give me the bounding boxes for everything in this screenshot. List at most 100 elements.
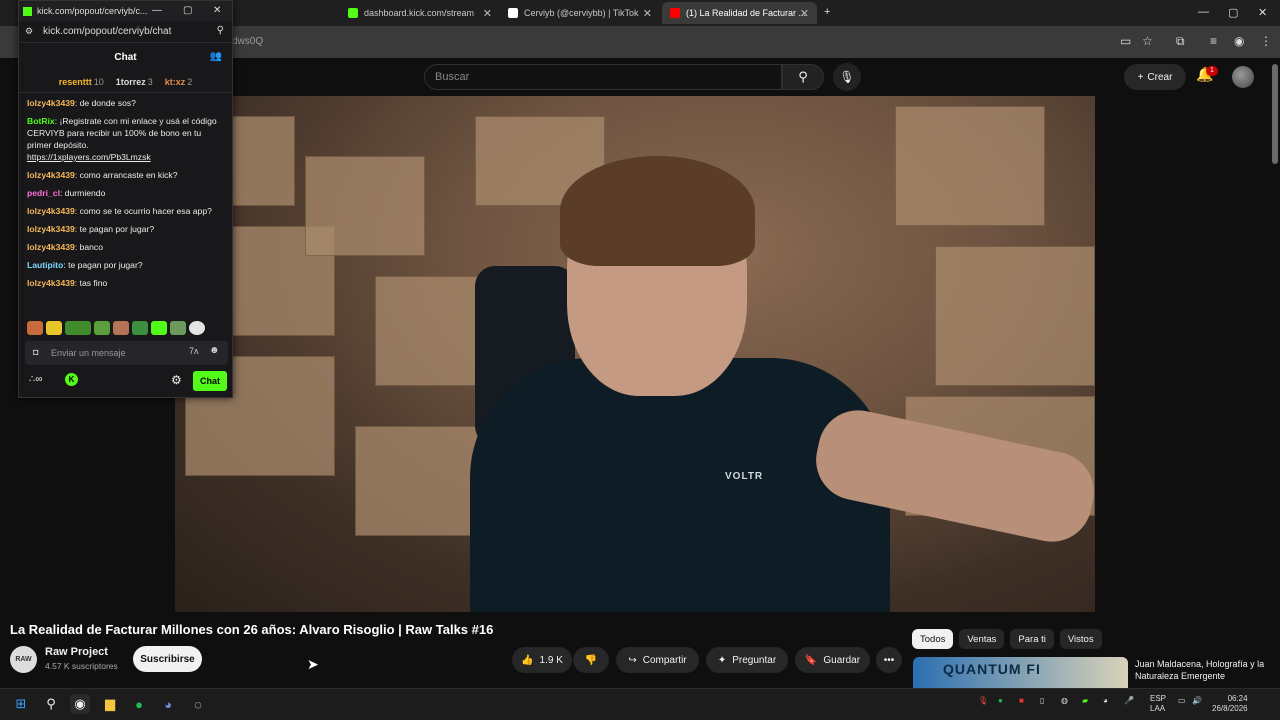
close-icon[interactable]: ✕ (483, 7, 492, 20)
popout-title: kick.com/popout/cerviyb/c... (37, 6, 148, 16)
chat-username[interactable]: Lautipito (27, 260, 63, 270)
new-tab-icon[interactable]: + (824, 6, 830, 18)
clock-time: 06:24 (1227, 694, 1248, 703)
youtube-icon (670, 8, 680, 18)
windows-start-icon[interactable]: ⊞ (11, 694, 31, 714)
close-window-icon[interactable]: ✕ (1258, 6, 1267, 19)
search-icon[interactable]: ⚲ (217, 25, 224, 36)
chat-username[interactable]: lolzy4k3439 (27, 242, 75, 252)
shield-icon: ◘ (33, 347, 39, 357)
ask-button[interactable]: ✦ Preguntar (706, 647, 788, 673)
chat-username[interactable]: lolzy4k3439 (27, 206, 75, 216)
tab-kick-dashboard[interactable]: dashboard.kick.com/stream ✕ (340, 2, 500, 24)
battery-tray-icon[interactable]: ▯ (1040, 696, 1044, 705)
plus-icon: + (1137, 71, 1144, 83)
mic-muted-icon[interactable]: 🎙 (978, 696, 988, 705)
discord-icon[interactable]: ◕ (158, 694, 178, 714)
spotify-icon[interactable]: ● (129, 694, 149, 714)
chip-todos[interactable]: Todos (912, 629, 954, 649)
chat-username[interactable]: lolzy4k3439 (27, 278, 75, 288)
search-input[interactable]: Buscar (424, 64, 782, 90)
chat-username[interactable]: lolzy4k3439 (27, 98, 75, 108)
recommended-title[interactable]: Juan Maldacena, Holografía y la Naturale… (1135, 658, 1265, 682)
minimize-icon[interactable]: — (152, 5, 162, 16)
emote-icon[interactable] (46, 321, 62, 335)
emote-icon[interactable] (27, 321, 43, 335)
gear-icon[interactable]: ⚙ (171, 373, 182, 387)
search-button[interactable]: ⚲ (782, 64, 824, 90)
voice-search-button[interactable]: 🎙 (833, 63, 861, 91)
mic-tray-icon[interactable]: 🎤 (1124, 696, 1134, 705)
cast-icon[interactable]: ▭ (1120, 34, 1131, 48)
extensions-icon[interactable]: ⧉ (1176, 34, 1185, 49)
save-button[interactable]: 🔖 Guardar (795, 647, 870, 673)
nvidia-tray-icon[interactable]: ▰ (1082, 696, 1088, 705)
avatar[interactable] (1232, 66, 1254, 88)
chrome-icon[interactable]: ◉ (70, 694, 90, 714)
channel-avatar[interactable]: RAW (10, 646, 37, 673)
like-button[interactable]: 👍 1.9 K (512, 647, 572, 673)
scrollbar-thumb[interactable] (1272, 64, 1278, 164)
chat-message: lolzy4k3439: banco (27, 242, 103, 252)
tab-youtube[interactable]: (1) La Realidad de Facturar ... ✕ (662, 2, 817, 24)
dislike-button[interactable]: 👎 (573, 647, 609, 673)
close-icon[interactable]: ✕ (213, 5, 221, 16)
chat-username[interactable]: BotRix (27, 116, 55, 126)
emote-picker-icon[interactable]: 7ʌ (189, 346, 199, 356)
leader-item[interactable]: resenttt 10 (59, 77, 104, 87)
record-tray-icon[interactable]: ■ (1019, 696, 1024, 705)
maximize-icon[interactable]: ▢ (1228, 6, 1238, 19)
chat-username[interactable]: lolzy4k3439 (27, 224, 75, 234)
chip-ventas[interactable]: Ventas (959, 629, 1005, 649)
users-icon[interactable]: 👥 (210, 51, 222, 62)
file-explorer-icon[interactable]: ▆ (100, 694, 120, 714)
maximize-icon[interactable]: ▢ (183, 5, 192, 16)
save-label: Guardar (823, 654, 861, 666)
steam-tray-icon[interactable]: ◍ (1061, 696, 1068, 705)
profile-icon[interactable]: ◉ (1234, 34, 1244, 48)
share-button[interactable]: ↪ Compartir (616, 647, 699, 673)
emote-icon[interactable] (132, 321, 148, 335)
media-icon[interactable]: ≡ (1210, 34, 1217, 48)
volume-icon[interactable]: 🔊 (1192, 696, 1202, 705)
close-icon[interactable]: ✕ (643, 7, 652, 20)
more-actions-button[interactable]: ••• (876, 647, 902, 673)
emote-icon[interactable] (189, 321, 205, 335)
smiley-icon[interactable]: ☻ (209, 345, 220, 356)
clock[interactable]: 06:24 26/8/2026 (1212, 694, 1248, 714)
discord-tray-icon[interactable]: ◕ (1103, 696, 1108, 705)
emote-icon[interactable] (151, 321, 167, 335)
network-icon[interactable]: ▭ (1178, 696, 1186, 705)
kick-k-icon[interactable]: K (65, 373, 78, 386)
channel-name[interactable]: Raw Project (45, 646, 108, 658)
tab-tiktok[interactable]: Cerviyb (@cerviybb) | TikTok ✕ (500, 2, 660, 24)
emote-icon[interactable] (65, 321, 91, 335)
search-icon[interactable]: ⚲ (41, 694, 61, 714)
chat-link[interactable]: https://1xplayers.com/Pb3Lmzsk (27, 152, 151, 162)
leader-item[interactable]: 1torrez 3 (116, 77, 153, 87)
menu-icon[interactable]: ⋮ (1260, 34, 1272, 48)
emote-icon[interactable] (94, 321, 110, 335)
close-icon[interactable]: ✕ (800, 7, 809, 20)
address-bar-url[interactable]: dws0Q (232, 36, 263, 47)
screen: dashboard.kick.com/stream ✕ Cerviyb (@ce… (0, 0, 1280, 720)
emote-icon[interactable] (113, 321, 129, 335)
site-info-icon[interactable]: ⚙ (25, 26, 33, 37)
chat-send-button[interactable]: Chat (193, 371, 227, 391)
chip-vistos[interactable]: Vistos (1059, 629, 1102, 649)
minimize-icon[interactable]: — (1198, 6, 1209, 18)
video-player[interactable]: VOLTR (175, 96, 1095, 612)
emote-icon[interactable] (170, 321, 186, 335)
chat-username[interactable]: pedri_cl (27, 188, 60, 198)
create-button[interactable]: + Crear (1124, 64, 1186, 90)
app-icon[interactable]: ◌ (188, 694, 208, 714)
spotify-tray-icon[interactable]: ● (998, 696, 1003, 705)
points-icon[interactable]: ∴∞ (29, 374, 43, 385)
bookmark-star-icon[interactable]: ☆ (1142, 34, 1153, 48)
chat-message: lolzy4k3439: como se te ocurrio hacer es… (27, 206, 212, 216)
subscribe-button[interactable]: Suscribirse (133, 646, 202, 672)
chip-para-ti[interactable]: Para ti (1010, 629, 1054, 649)
language-indicator[interactable]: ESP LAA (1150, 694, 1166, 714)
leader-item[interactable]: kt:xz 2 (165, 77, 193, 87)
chat-username[interactable]: lolzy4k3439 (27, 170, 75, 180)
